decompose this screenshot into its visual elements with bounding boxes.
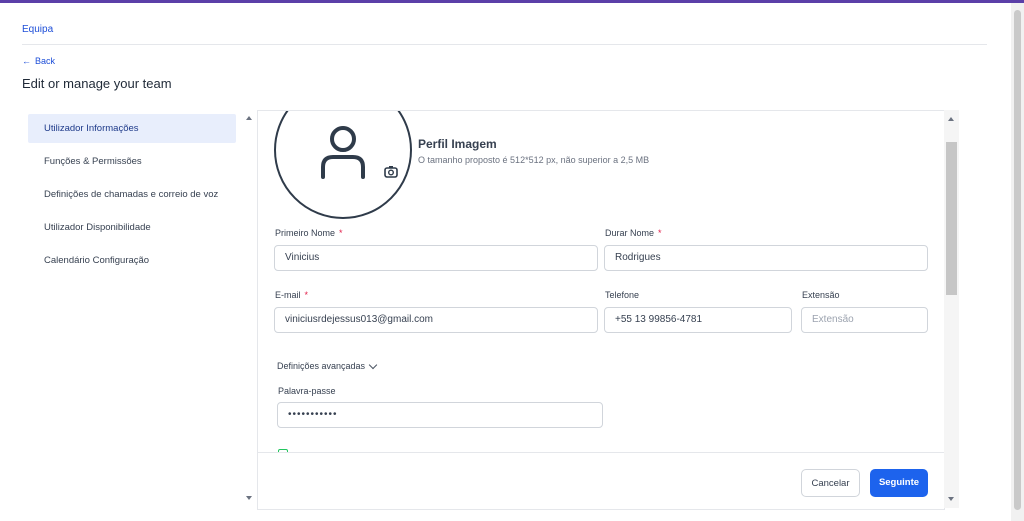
sidebar-item-roles-permissions[interactable]: Funções & Permissões [28, 147, 236, 176]
camera-icon[interactable] [382, 163, 400, 181]
form-footer: Cancelar Seguinte [258, 453, 944, 509]
advanced-settings-label: Definições avançadas [277, 361, 366, 371]
phone-input[interactable]: +55 13 99856-4781 [604, 307, 792, 333]
scrollbar-thumb[interactable] [946, 142, 957, 295]
scroll-down-arrow-icon[interactable] [246, 496, 252, 500]
profile-image-title: Perfil Imagem [418, 137, 497, 151]
email-label: E-mail * [275, 290, 308, 300]
tab-equipa[interactable]: Equipa [22, 24, 53, 35]
extension-input[interactable]: Extensão [801, 307, 928, 333]
sidebar-nav: Utilizador Informações Funções & Permiss… [28, 114, 236, 279]
avatar-upload[interactable] [274, 111, 412, 219]
profile-image-hint: O tamanho proposto é 512*512 px, não sup… [418, 155, 650, 165]
back-label: Back [35, 56, 56, 66]
next-button[interactable]: Seguinte [870, 469, 928, 497]
window-scrollbar-thumb[interactable] [1014, 10, 1021, 510]
last-name-label-text: Durar Nome [605, 228, 655, 238]
last-name-input[interactable]: Rodrigues [604, 245, 928, 271]
sidebar-item-call-voicemail-settings[interactable]: Definições de chamadas e correio de voz [28, 180, 236, 209]
last-name-label: Durar Nome * [605, 228, 662, 238]
user-info-panel: Perfil Imagem O tamanho proposto é 512*5… [257, 110, 945, 510]
back-link[interactable]: ← Back [22, 56, 55, 66]
panel-left-scrollbar[interactable] [242, 110, 256, 508]
sidebar-item-user-availability[interactable]: Utilizador Disponibilidade [28, 213, 236, 242]
window-scrollbar[interactable] [1011, 3, 1024, 521]
scroll-up-arrow-icon[interactable] [246, 116, 252, 120]
user-icon [321, 126, 365, 179]
required-mark: * [658, 228, 662, 238]
sidebar-item-calendar-settings[interactable]: Calendário Configuração [28, 246, 236, 275]
first-name-label: Primeiro Nome * [275, 228, 343, 238]
phone-label: Telefone [605, 290, 640, 300]
scroll-down-arrow-icon[interactable] [948, 497, 954, 501]
email-input[interactable]: viniciusrdejessus013@gmail.com [274, 307, 598, 333]
window-top-accent [0, 0, 1024, 3]
extension-label: Extensão [802, 290, 840, 300]
password-input[interactable]: ••••••••••• [277, 402, 603, 428]
chevron-down-icon [368, 360, 378, 369]
advanced-settings-toggle[interactable]: Definições avançadas [277, 360, 378, 371]
password-label: Palavra-passe [278, 386, 336, 396]
cancel-button[interactable]: Cancelar [801, 469, 860, 497]
panel-right-scrollbar[interactable] [944, 110, 959, 508]
required-mark: * [339, 228, 343, 238]
first-name-input[interactable]: Vinicius [274, 245, 598, 271]
tab-divider [22, 44, 987, 45]
scroll-up-arrow-icon[interactable] [948, 117, 954, 121]
required-mark: * [304, 290, 309, 300]
email-label-text: E-mail [275, 290, 301, 300]
first-name-label-text: Primeiro Nome [275, 228, 336, 238]
sidebar-item-user-info[interactable]: Utilizador Informações [28, 114, 236, 143]
arrow-left-icon: ← [22, 56, 31, 66]
page-title: Edit or manage your team [22, 76, 172, 91]
